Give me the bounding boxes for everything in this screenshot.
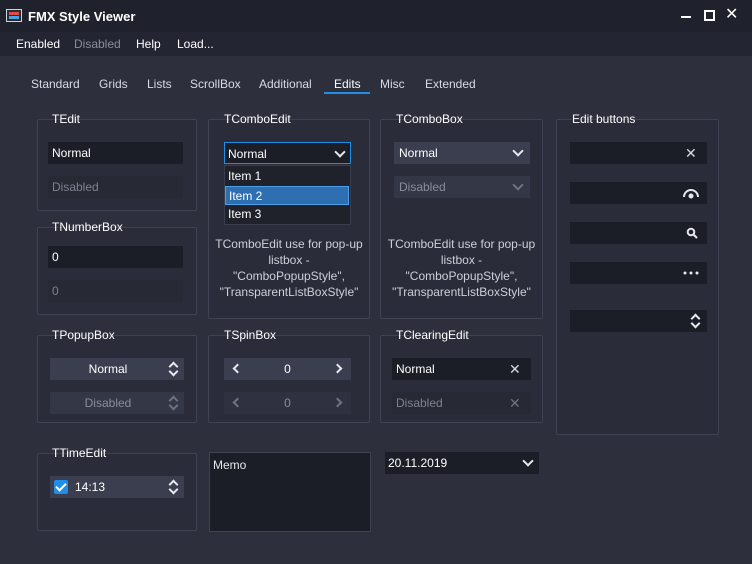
tab-edits[interactable]: Edits [334,77,361,91]
updown-icon [168,396,178,410]
password-edit-input[interactable] [570,182,707,204]
chevron-down-icon [512,145,524,157]
tcomboedit-input[interactable]: Normal [224,142,351,164]
active-tab-indicator [324,92,370,94]
tab-additional[interactable]: Additional [259,77,312,91]
tpopupbox-normal[interactable]: Normal [50,358,184,380]
menu-disabled[interactable]: Disabled [74,37,121,51]
tcombobox-disabled: Disabled [394,176,530,198]
date-edit-value: 20.11.2019 [388,456,448,470]
window-title: FMX Style Viewer [28,9,136,24]
tab-misc[interactable]: Misc [380,77,405,91]
popup-item-3[interactable]: Item 3 [225,205,349,224]
maximize-button[interactable] [703,8,719,24]
app-icon [6,9,22,22]
chevron-down-icon[interactable] [522,455,534,467]
edit-buttons-title: Edit buttons [572,112,636,126]
close-icon: ✕ [725,6,739,23]
spin-edit-input[interactable] [570,310,707,332]
eye-icon[interactable] [682,186,700,200]
popup-item-2[interactable]: Item 2 [225,186,349,205]
ttimeedit-checkbox[interactable] [54,480,68,494]
updown-icon[interactable] [690,314,700,328]
menu-load[interactable]: Load... [177,37,214,51]
chevron-down-icon[interactable] [334,146,346,158]
tpopupbox-normal-label: Normal [88,362,128,376]
tclearingedit-title: TClearingEdit [396,328,469,342]
tclearingedit-normal-input[interactable]: Normal ✕ [392,358,531,380]
ttimeedit-input[interactable]: 14:13 [50,476,184,498]
tedit-title: TEdit [52,112,81,126]
tcombobox-normal[interactable]: Normal [394,142,530,164]
close-button[interactable]: ✕ [725,6,741,24]
tab-lists[interactable]: Lists [147,77,172,91]
tnumberbox-disabled-input: 0 [48,280,183,302]
clear-icon: ✕ [509,395,521,411]
tedit-normal-input[interactable]: Normal [48,142,183,164]
tab-standard[interactable]: Standard [31,77,80,91]
tclearingedit-disabled-input: Disabled ✕ [392,392,531,414]
tpopupbox-disabled: Disabled [50,392,184,414]
tedit-disabled-input: Disabled [48,176,183,198]
search-edit-input[interactable] [570,222,707,244]
tpopupbox-disabled-label: Disabled [84,396,132,410]
tspinbox-title: TSpinBox [224,328,277,342]
memo-textarea[interactable]: Memo [209,452,371,532]
tclearingedit-disabled-value: Disabled [396,396,443,410]
menu-enabled[interactable]: Enabled [16,37,60,51]
minimize-icon [681,16,691,18]
ellipsis-icon[interactable] [682,271,700,275]
tclearingedit-normal-value: Normal [396,362,435,376]
ellipsis-edit-input[interactable] [570,262,707,284]
tnumberbox-normal-input[interactable]: 0 [48,246,183,268]
tcomboedit-description: TComboEdit use for pop-up listbox - "Com… [215,237,363,299]
clear-icon[interactable]: ✕ [509,362,521,376]
date-edit[interactable]: 20.11.2019 [385,452,539,474]
tcomboedit-title: TComboEdit [224,112,291,126]
memo-text: Memo [213,458,247,472]
tab-scrollbox[interactable]: ScrollBox [190,77,241,91]
updown-icon [168,480,178,494]
tab-grids[interactable]: Grids [99,77,128,91]
minimize-button[interactable] [679,8,695,24]
ttimeedit-value: 14:13 [75,480,106,494]
tcombobox-title: TComboBox [396,112,463,126]
tcombobox-description: TComboEdit use for pop-up listbox - "Com… [387,237,536,299]
tab-extended[interactable]: Extended [425,77,476,91]
tspinbox-normal-value: 0 [284,362,291,376]
tpopupbox-title: TPopupBox [52,328,115,342]
updown-icon [168,362,178,376]
tcomboedit-popup-list: Item 1 Item 2 Item 3 [224,165,351,225]
search-icon[interactable] [686,227,698,239]
tcombobox-normal-label: Normal [399,146,438,160]
tspinbox-normal[interactable]: 0 [224,358,351,380]
menu-help[interactable]: Help [136,37,161,51]
clear-edit-input[interactable]: ✕ [570,142,707,164]
maximize-icon [704,10,715,21]
tcomboedit-value: Normal [228,147,267,161]
tspinbox-disabled: 0 [224,392,351,414]
tcombobox-disabled-label: Disabled [399,180,446,194]
ttimeedit-title: TTimeEdit [52,446,107,460]
chevron-down-icon [512,179,524,191]
tnumberbox-title: TNumberBox [52,220,123,234]
popup-item-1[interactable]: Item 1 [225,167,349,186]
tspinbox-disabled-value: 0 [284,396,291,410]
clear-icon[interactable]: ✕ [685,146,697,160]
